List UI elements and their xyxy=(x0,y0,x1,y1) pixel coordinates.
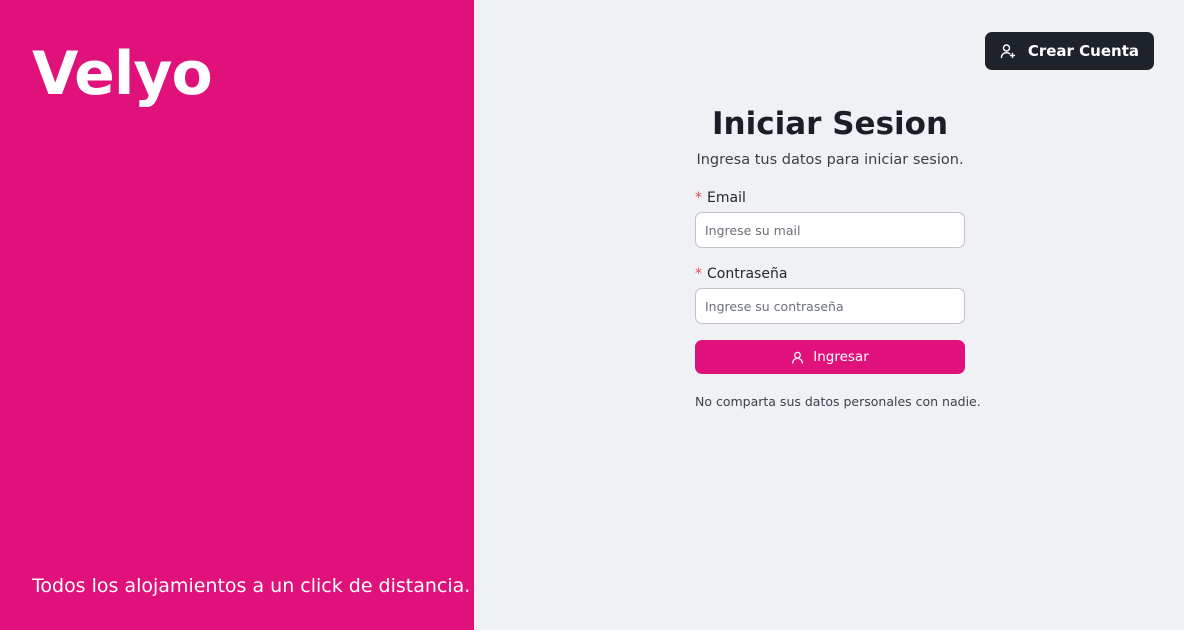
create-account-label: Crear Cuenta xyxy=(1027,42,1139,60)
page-title: Iniciar Sesion xyxy=(711,106,949,142)
password-label: * Contraseña xyxy=(695,264,965,284)
login-form: Iniciar Sesion Ingresa tus datos para in… xyxy=(695,104,981,410)
required-marker: * xyxy=(695,266,702,282)
login-panel: Crear Cuenta Iniciar Sesion Ingresa tus … xyxy=(474,0,1184,630)
user-icon xyxy=(791,351,804,364)
app-logo: Velyo xyxy=(32,39,213,109)
email-label: * Email xyxy=(695,188,965,208)
password-field-group: * Contraseña xyxy=(695,264,965,324)
email-label-text: Email xyxy=(707,190,746,206)
brand-tagline: Todos los alojamientos a un click de dis… xyxy=(32,575,471,597)
required-marker: * xyxy=(695,190,702,206)
login-button[interactable]: Ingresar xyxy=(695,340,965,374)
login-page: Velyo Todos los alojamientos a un click … xyxy=(0,0,1184,630)
login-button-label: Ingresar xyxy=(813,349,869,365)
email-input[interactable] xyxy=(695,212,965,248)
password-label-text: Contraseña xyxy=(707,266,788,282)
email-field-group: * Email xyxy=(695,188,965,248)
user-plus-icon xyxy=(1000,43,1016,59)
brand-panel: Velyo Todos los alojamientos a un click … xyxy=(0,0,474,630)
page-subtitle: Ingresa tus datos para iniciar sesion. xyxy=(696,152,964,168)
password-input[interactable] xyxy=(695,288,965,324)
create-account-button[interactable]: Crear Cuenta xyxy=(984,32,1154,70)
privacy-note: No comparta sus datos personales con nad… xyxy=(695,394,981,409)
